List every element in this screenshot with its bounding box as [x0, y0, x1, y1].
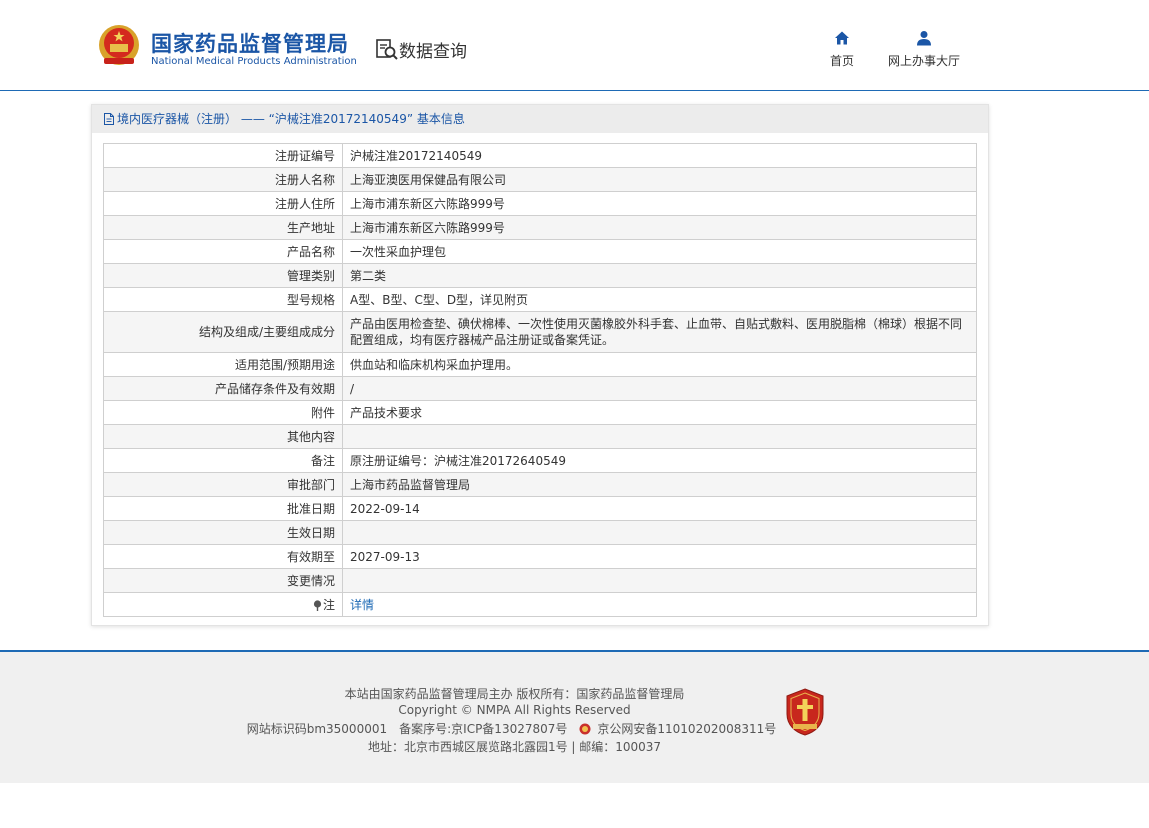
field-value: 产品技术要求	[342, 400, 977, 425]
footer-icp[interactable]: 备案序号:京ICP备13027807号	[399, 722, 567, 736]
field-value: 上海市浦东新区六陈路999号	[342, 215, 977, 240]
info-table: 注册证编号 沪械注准20172140549 注册人名称 上海亚澳医用保健品有限公司 …	[103, 143, 977, 617]
org-name-cn: 国家药品监督管理局	[151, 32, 349, 56]
nav-home-label: 首页	[829, 54, 854, 68]
field-value: A型、B型、C型、D型，详见附页	[342, 287, 977, 312]
field-label: 有效期至	[103, 544, 343, 569]
table-row: 生效日期	[103, 520, 977, 545]
footer-police-text: 京公网安备11010202008311号	[597, 722, 777, 736]
field-value: 一次性采血护理包	[342, 239, 977, 264]
field-label: 型号规格	[103, 287, 343, 312]
footer-sponsor: 本站由国家药品监督管理局主办 版权所有：国家药品监督管理局	[344, 687, 685, 701]
footer-registration: 网站标识码bm35000001 备案序号:京ICP备13027807号 京公网安备1…	[0, 720, 1089, 737]
field-label: 其他内容	[103, 424, 343, 449]
field-value: 产品由医用检查垫、碘伏棉棒、一次性使用灭菌橡胶外科手套、止血带、自贴式敷料、医用…	[342, 311, 977, 353]
site-footer: 本站由国家药品监督管理局主办 版权所有：国家药品监督管理局 Copyright …	[0, 650, 1149, 783]
table-row: 适用范围/预期用途 供血站和临床机构采血护理用。	[103, 352, 977, 377]
note-label: 注	[322, 597, 335, 612]
note-label-cell: 注	[103, 592, 343, 617]
field-value: 沪械注准20172140549	[342, 143, 977, 168]
national-emblem-icon	[99, 25, 139, 65]
field-label: 附件	[103, 400, 343, 425]
field-label: 产品储存条件及有效期	[103, 376, 343, 401]
field-label: 结构及组成/主要组成成分	[103, 311, 343, 353]
field-value	[342, 424, 977, 449]
table-row: 注册证编号 沪械注准20172140549	[103, 143, 977, 168]
field-value: 上海市药品监督管理局	[342, 472, 977, 497]
nav-home[interactable]: 首页	[824, 30, 860, 69]
field-label: 注册人名称	[103, 167, 343, 192]
document-icon	[104, 113, 114, 125]
nav-online-service-hall[interactable]: 网上办事大厅	[884, 30, 964, 69]
table-row: 结构及组成/主要组成成分 产品由医用检查垫、碘伏棉棒、一次性使用灭菌橡胶外科手套、…	[103, 311, 977, 353]
field-label: 注册人住所	[103, 191, 343, 216]
org-name-en: National Medical Products Administration	[151, 56, 357, 67]
field-value: /	[342, 376, 977, 401]
details-link[interactable]: 详情	[350, 598, 374, 612]
table-row: 审批部门 上海市药品监督管理局	[103, 472, 977, 497]
field-label: 生效日期	[103, 520, 343, 545]
table-row: 注册人住所 上海市浦东新区六陈路999号	[103, 191, 977, 216]
note-value-cell: 详情	[342, 592, 977, 617]
field-label: 审批部门	[103, 472, 343, 497]
table-row: 其他内容	[103, 424, 977, 449]
field-value: 上海亚澳医用保健品有限公司	[342, 167, 977, 192]
home-icon	[835, 31, 849, 45]
footer-copyright: Copyright © NMPA All Rights Reserved	[398, 703, 631, 717]
table-row: 注 详情	[103, 592, 977, 617]
footer-site-id: 网站标识码bm35000001	[246, 722, 388, 736]
data-query-icon	[376, 39, 398, 60]
table-row: 型号规格 A型、B型、C型、D型，详见附页	[103, 287, 977, 312]
table-row: 注册人名称 上海亚澳医用保健品有限公司	[103, 167, 977, 192]
basic-info-panel: 境内医疗器械（注册） —— “沪械注准20172140549” 基本信息 注册证…	[91, 104, 989, 626]
table-row: 附件 产品技术要求	[103, 400, 977, 425]
table-row: 有效期至 2027-09-13	[103, 544, 977, 569]
user-icon	[917, 31, 931, 46]
field-value: 上海市浦东新区六陈路999号	[342, 191, 977, 216]
table-row: 产品储存条件及有效期 /	[103, 376, 977, 401]
field-label: 生产地址	[103, 215, 343, 240]
table-row: 生产地址 上海市浦东新区六陈路999号	[103, 215, 977, 240]
police-badge-icon	[579, 723, 591, 735]
data-query-title: 数据查询	[399, 42, 467, 62]
site-header: 国家药品监督管理局 National Medical Products Admi…	[0, 0, 1149, 91]
table-row: 变更情况	[103, 568, 977, 593]
table-row: 批准日期 2022-09-14	[103, 496, 977, 521]
field-value: 原注册证编号：沪械注准20172640549	[342, 448, 977, 473]
field-label: 注册证编号	[103, 143, 343, 168]
field-value: 2027-09-13	[342, 544, 977, 569]
field-value: 第二类	[342, 263, 977, 288]
field-value	[342, 520, 977, 545]
nav-hall-label: 网上办事大厅	[887, 54, 960, 68]
government-website-badge-icon[interactable]	[785, 688, 825, 736]
table-row: 管理类别 第二类	[103, 263, 977, 288]
table-row: 产品名称 一次性采血护理包	[103, 239, 977, 264]
field-label: 产品名称	[103, 239, 343, 264]
pin-icon	[313, 599, 322, 611]
footer-address: 地址：北京市西城区展览路北露园1号 | 邮编：100037	[367, 740, 662, 754]
footer-police-record[interactable]: 京公网安备11010202008311号	[579, 722, 782, 736]
field-label: 适用范围/预期用途	[103, 352, 343, 377]
field-value: 2022-09-14	[342, 496, 977, 521]
field-label: 管理类别	[103, 263, 343, 288]
table-row: 备注 原注册证编号：沪械注准20172640549	[103, 448, 977, 473]
field-label: 备注	[103, 448, 343, 473]
panel-title-bar: 境内医疗器械（注册） —— “沪械注准20172140549” 基本信息	[92, 105, 988, 133]
field-label: 批准日期	[103, 496, 343, 521]
field-value	[342, 568, 977, 593]
field-value: 供血站和临床机构采血护理用。	[342, 352, 977, 377]
field-label: 变更情况	[103, 568, 343, 593]
panel-title: 境内医疗器械（注册） —— “沪械注准20172140549” 基本信息	[117, 112, 465, 126]
